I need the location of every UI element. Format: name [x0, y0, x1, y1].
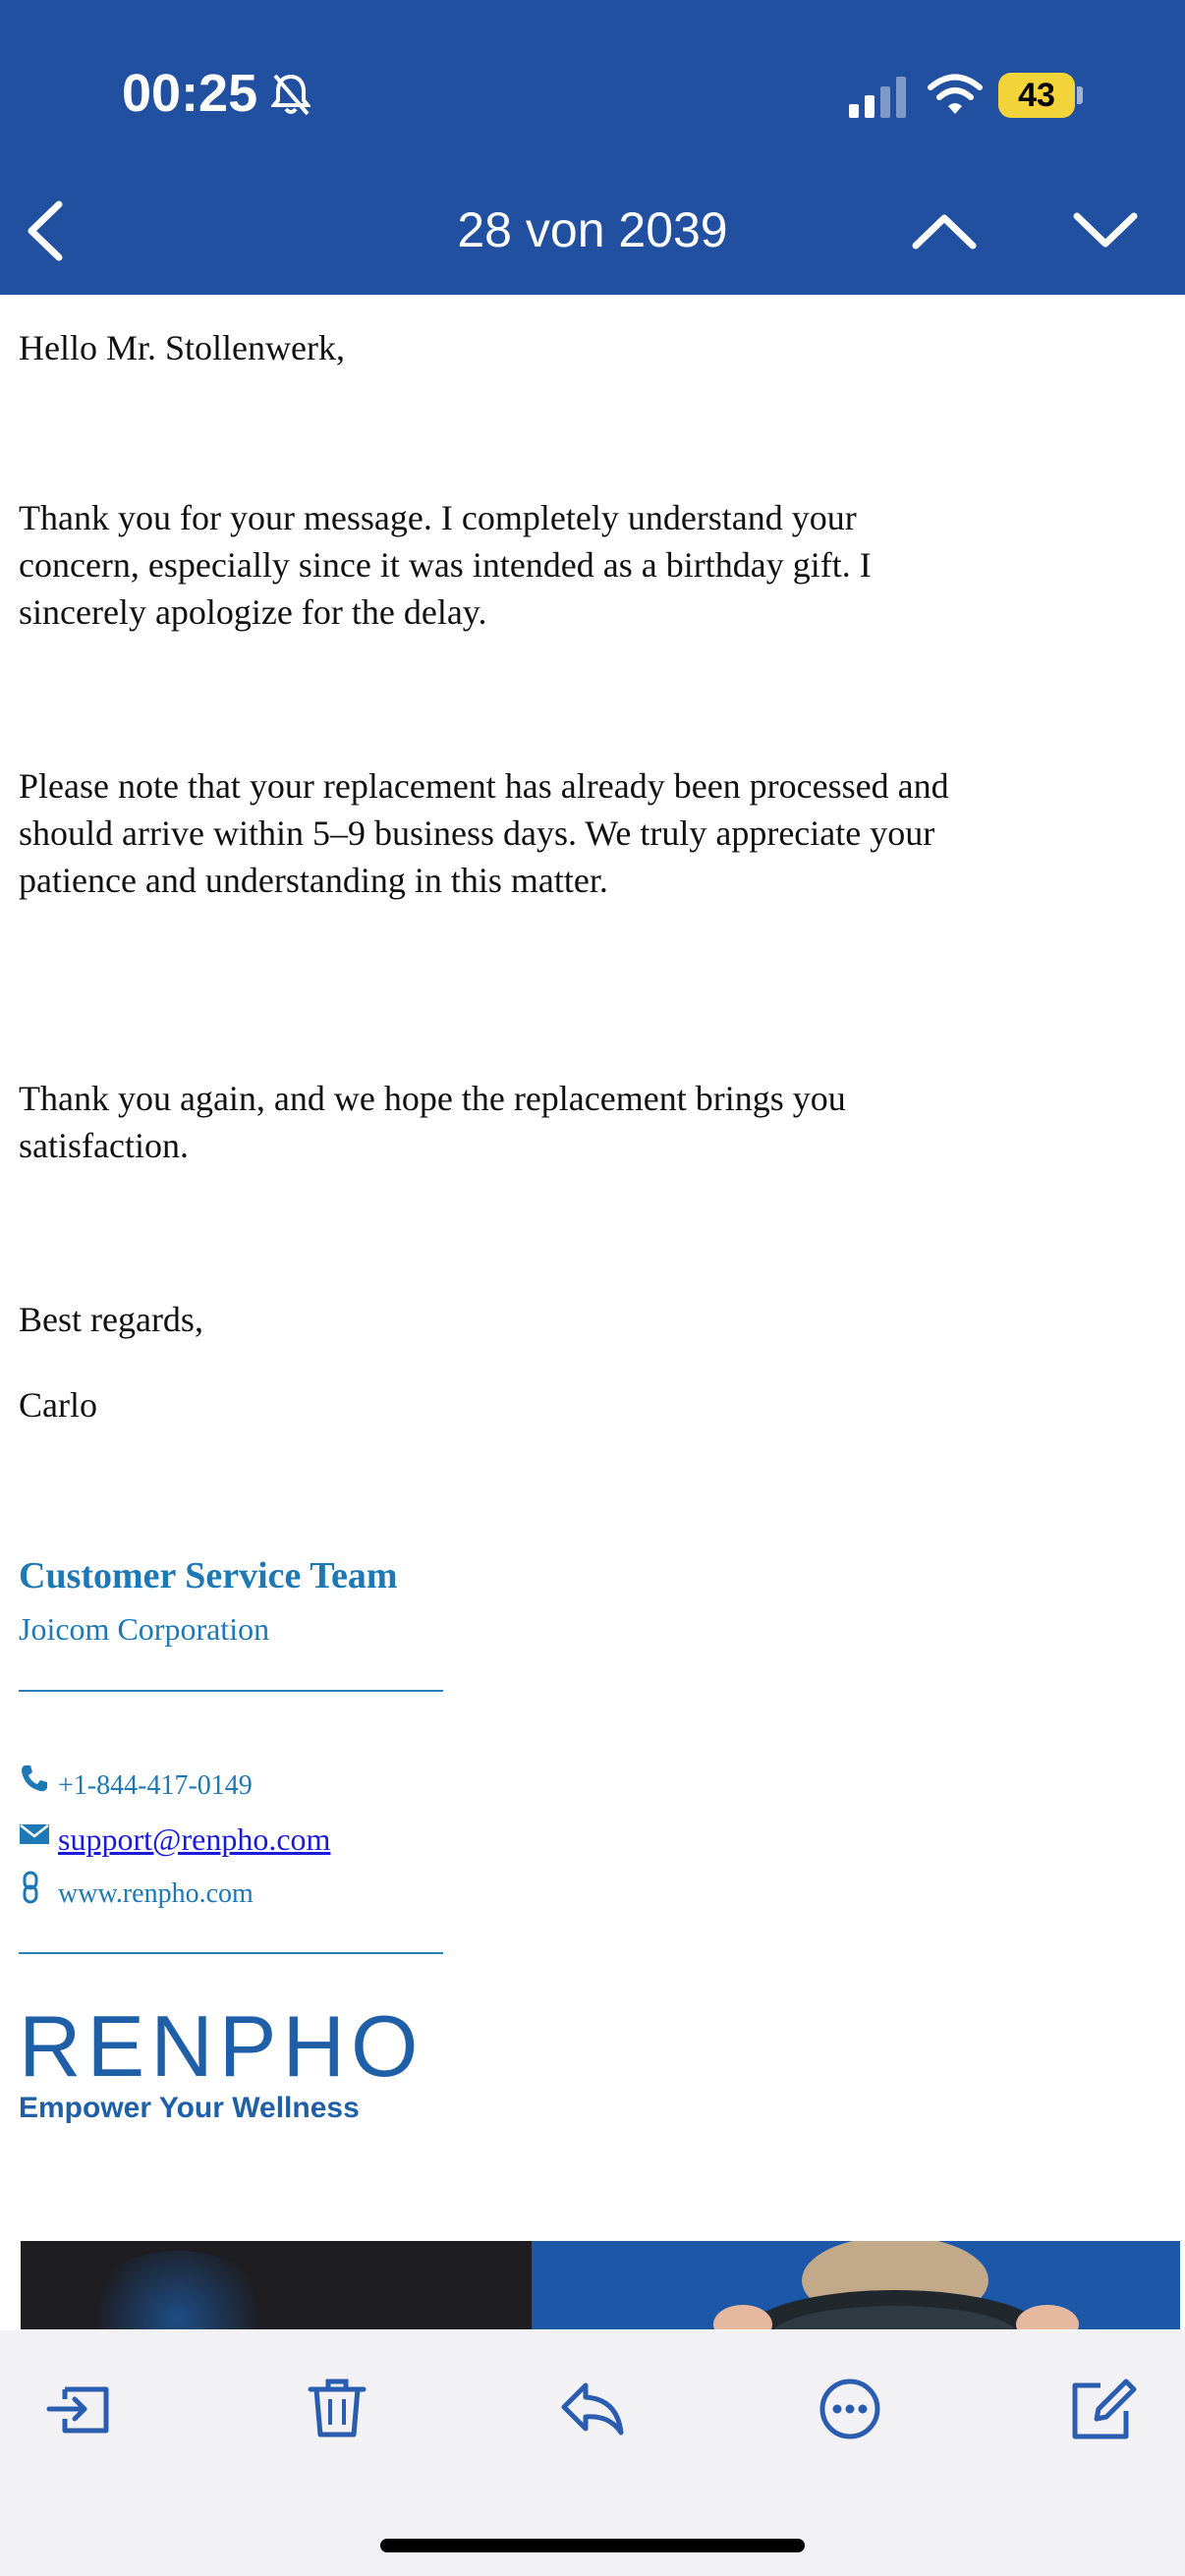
signature-company: Joicom Corporation: [19, 1611, 270, 1647]
compose-button[interactable]: [1069, 2378, 1138, 2445]
battery-level: 43: [998, 73, 1075, 118]
greeting: Hello Mr. Stollenwerk,: [19, 328, 345, 367]
move-button[interactable]: [45, 2378, 114, 2445]
message-counter: 28 von 2039: [457, 202, 728, 257]
logo-tagline: Empower Your Wellness: [19, 2092, 360, 2124]
header-bar: 00:25 43 28 von 2039: [0, 0, 1185, 295]
battery-icon: [1077, 86, 1083, 104]
mail-icon: [19, 1816, 50, 1863]
closing: Best regards,: [19, 1300, 203, 1339]
reply-icon: [561, 2382, 624, 2436]
renpho-logo: RENPHO: [19, 1997, 424, 2095]
promo-banner-image: [21, 2241, 1180, 2329]
bell-slash-icon: [269, 73, 312, 121]
website-text: www.renpho.com: [58, 1878, 254, 1909]
paragraph-3: Thank you again, and we hope the replace…: [19, 1079, 846, 1165]
next-message-button[interactable]: [1071, 208, 1140, 258]
chevron-down-icon: [1073, 212, 1138, 248]
more-button[interactable]: [816, 2378, 884, 2445]
home-indicator[interactable]: [380, 2539, 805, 2552]
sender-name: Carlo: [19, 1385, 97, 1425]
previous-message-button[interactable]: [910, 208, 979, 258]
move-to-folder-icon: [46, 2386, 109, 2434]
compose-icon: [1072, 2379, 1137, 2439]
signature-team: Customer Service Team: [19, 1555, 398, 1596]
reply-button[interactable]: [558, 2378, 627, 2445]
signature-divider-bottom: [19, 1952, 443, 1954]
signature-divider: [19, 1690, 443, 1692]
paragraph-2: Please note that your replacement has al…: [19, 766, 949, 900]
bottom-toolbar: [0, 2330, 1185, 2576]
wifi-icon: [928, 73, 983, 121]
paragraph-1: Thank you for your message. I completely…: [19, 498, 872, 632]
headset-person-illustration: [713, 2241, 1079, 2329]
trash-icon: [308, 2379, 367, 2437]
email-link[interactable]: support@renpho.com: [58, 1816, 330, 1863]
phone-number: +1-844-417-0149: [58, 1770, 253, 1801]
link-icon: [19, 1871, 42, 1920]
chevron-up-icon: [912, 214, 977, 250]
more-icon: [819, 2379, 880, 2439]
phone-icon: [19, 1763, 50, 1810]
cellular-signal-icon: [849, 75, 908, 123]
status-time: 00:25: [122, 64, 258, 123]
delete-button[interactable]: [303, 2378, 371, 2445]
